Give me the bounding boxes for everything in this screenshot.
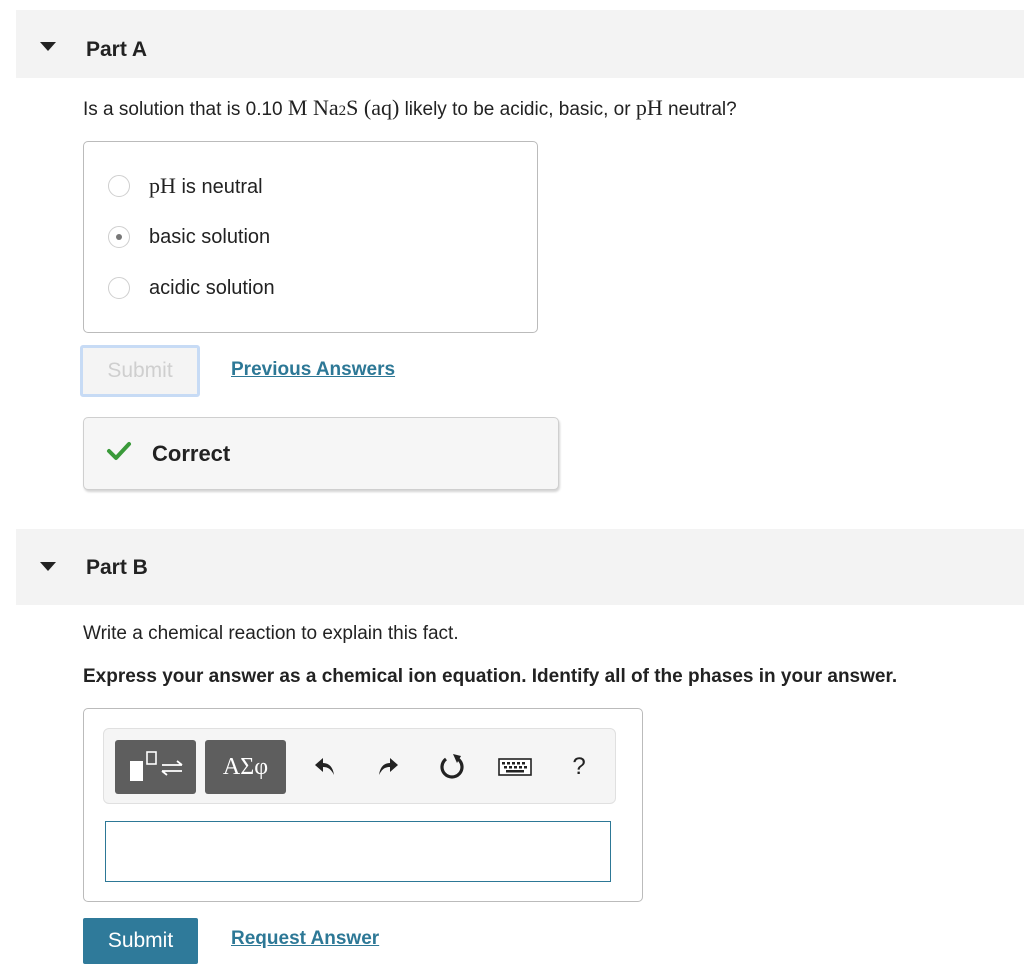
- greek-letters-button[interactable]: ΑΣφ: [205, 740, 286, 794]
- choice-label: acidic solution: [149, 276, 275, 299]
- templates-button[interactable]: [115, 740, 196, 794]
- math-toolbar: ΑΣφ ?: [103, 728, 616, 804]
- redo-icon: [379, 758, 398, 775]
- part-a-header[interactable]: Part A: [16, 10, 1024, 78]
- answer-choices: pH is neutral basic solution acidic solu…: [83, 141, 538, 333]
- choice-ph-neutral[interactable]: pH is neutral: [108, 172, 263, 200]
- ph-symbol: pH: [635, 95, 663, 120]
- redo-button[interactable]: [371, 751, 405, 783]
- part-b-header[interactable]: Part B: [16, 529, 1024, 605]
- feedback-correct: Correct: [83, 417, 559, 490]
- choice-label: basic solution: [149, 225, 271, 248]
- radio-button-selected[interactable]: [108, 226, 130, 248]
- formula-s: S: [346, 95, 359, 120]
- reset-icon: [440, 754, 464, 779]
- collapse-triangle-icon[interactable]: [40, 42, 56, 51]
- choice-acidic-solution[interactable]: acidic solution: [108, 274, 275, 302]
- question-text-middle: likely to be acidic, basic, or: [399, 99, 636, 120]
- formula-phase: (aq): [363, 95, 400, 120]
- part-b-submit-button[interactable]: Submit: [83, 918, 198, 964]
- help-button[interactable]: ?: [562, 751, 596, 783]
- keyboard-icon: [498, 758, 532, 776]
- previous-answers-link[interactable]: Previous Answers: [231, 359, 395, 381]
- molarity-unit: M: [287, 95, 308, 120]
- part-a-submit-button[interactable]: Submit: [80, 345, 200, 397]
- keyboard-button[interactable]: [498, 751, 532, 783]
- checkmark-icon: [107, 442, 131, 460]
- part-b-instruction: Express your answer as a chemical ion eq…: [83, 666, 898, 687]
- part-b-title: Part B: [86, 556, 148, 579]
- part-a-title: Part A: [86, 38, 148, 61]
- part-a-question: Is a solution that is 0.10 M Na2S (aq) l…: [83, 95, 737, 121]
- feedback-label: Correct: [152, 441, 231, 466]
- answer-input[interactable]: [105, 821, 611, 882]
- choice-label: is neutral: [175, 176, 263, 198]
- formula-subscript: 2: [338, 103, 347, 119]
- undo-icon: [315, 758, 334, 775]
- formula-na: Na: [312, 95, 339, 120]
- undo-button[interactable]: [308, 751, 342, 783]
- collapse-triangle-icon[interactable]: [40, 562, 56, 571]
- help-icon: ?: [572, 753, 586, 780]
- radio-button[interactable]: [108, 277, 130, 299]
- question-text-suffix: neutral?: [662, 99, 737, 120]
- choice-basic-solution[interactable]: basic solution: [108, 223, 270, 251]
- reset-button[interactable]: [435, 751, 469, 783]
- radio-button[interactable]: [108, 175, 130, 197]
- greek-letters-icon: ΑΣφ: [222, 753, 269, 780]
- request-answer-link[interactable]: Request Answer: [231, 928, 379, 950]
- templates-icon: [129, 751, 183, 781]
- part-b-prompt: Write a chemical reaction to explain thi…: [83, 623, 459, 644]
- question-text: Is a solution that is 0.10: [83, 99, 288, 120]
- ph-symbol: pH: [149, 173, 176, 198]
- answer-editor: ΑΣφ ?: [83, 708, 643, 902]
